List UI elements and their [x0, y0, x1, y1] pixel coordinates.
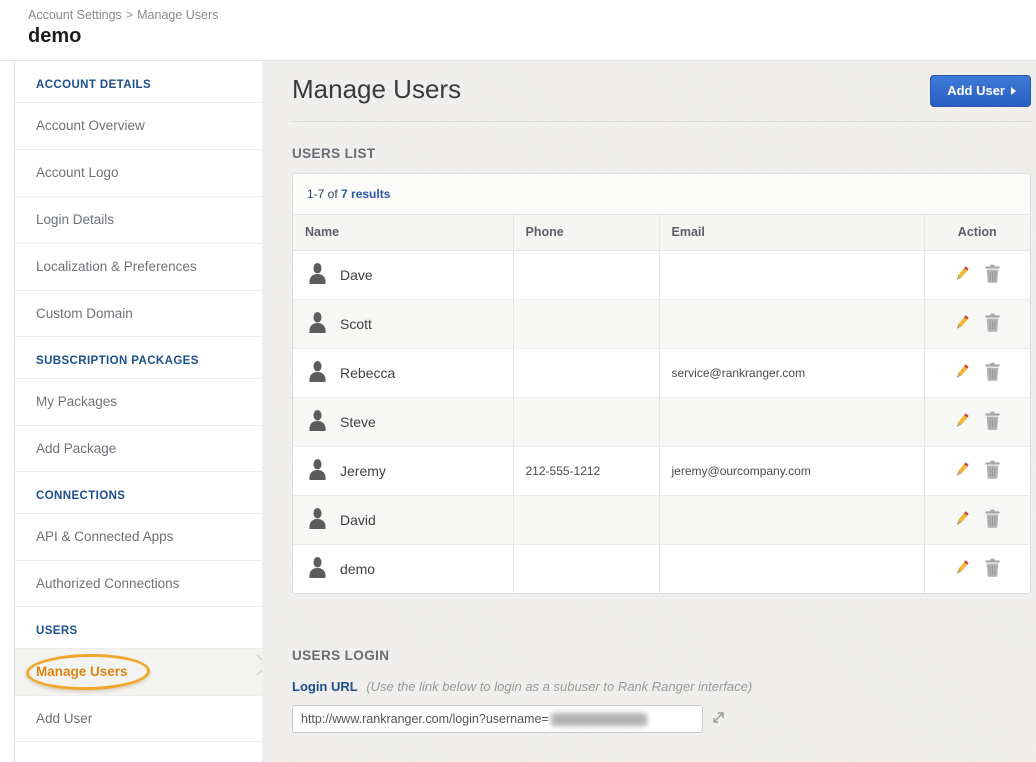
login-url-note: (Use the link below to login as a subuse… [366, 679, 752, 694]
table-header-row: Name Phone Email Action [293, 215, 1030, 250]
user-email [659, 299, 924, 348]
left-margin-strip [0, 61, 14, 762]
pencil-icon[interactable] [953, 460, 971, 482]
sidebar-section-account-details: ACCOUNT DETAILS [15, 61, 262, 102]
trash-icon[interactable] [984, 509, 1001, 531]
login-url-label: Login URL [292, 679, 358, 694]
user-name: David [340, 512, 376, 528]
sidebar-section-connections: CONNECTIONS [15, 472, 262, 513]
users-login-header: USERS LOGIN [292, 648, 1031, 663]
user-phone [513, 495, 659, 544]
user-email [659, 544, 924, 593]
user-silhouette-icon [307, 507, 328, 533]
dotted-divider [292, 121, 1031, 122]
users-table: Name Phone Email Action [293, 215, 1030, 593]
add-user-button[interactable]: Add User [930, 75, 1031, 107]
user-phone [513, 397, 659, 446]
trash-icon[interactable] [984, 313, 1001, 335]
breadcrumb: Account Settings > Manage Users [28, 8, 1036, 22]
sidebar-item-custom-domain[interactable]: Custom Domain [15, 290, 262, 337]
add-user-button-label: Add User [947, 83, 1005, 98]
main-content: Manage Users Add User USERS LIST 1-7 of … [262, 61, 1036, 762]
pencil-icon[interactable] [953, 411, 971, 433]
breadcrumb-separator: > [126, 8, 133, 22]
users-list-header: USERS LIST [292, 146, 1031, 161]
right-arrow-icon [1011, 87, 1016, 95]
user-name: Steve [340, 414, 376, 430]
table-row: Scott [293, 299, 1030, 348]
sidebar-item-add-user[interactable]: Add User [15, 695, 262, 742]
trash-icon[interactable] [984, 558, 1001, 580]
trash-icon[interactable] [984, 264, 1001, 286]
login-url-row: Login URL (Use the link below to login a… [292, 679, 1031, 694]
trash-icon[interactable] [984, 411, 1001, 433]
trash-icon[interactable] [984, 460, 1001, 482]
pencil-icon[interactable] [953, 509, 971, 531]
pencil-icon[interactable] [953, 362, 971, 384]
user-phone [513, 299, 659, 348]
user-email [659, 250, 924, 299]
sidebar-item-api-connected-apps[interactable]: API & Connected Apps [15, 513, 262, 560]
user-silhouette-icon [307, 458, 328, 484]
login-url-value: http://www.rankranger.com/login?username… [301, 712, 549, 726]
redacted-username [551, 713, 647, 726]
table-row: Rebecca service@rankranger.com [293, 348, 1030, 397]
account-name-title: demo [28, 25, 1036, 48]
sidebar-item-account-logo[interactable]: Account Logo [15, 149, 262, 196]
user-name: Jeremy [340, 463, 386, 479]
sidebar-item-manage-users[interactable]: Manage Users [15, 648, 262, 695]
results-range: 1-7 of [307, 187, 338, 201]
results-count: 7 results [341, 187, 390, 201]
user-silhouette-icon [307, 262, 328, 288]
user-phone: 212-555-1212 [513, 446, 659, 495]
table-row: demo [293, 544, 1030, 593]
user-email [659, 397, 924, 446]
sidebar-item-localization-preferences[interactable]: Localization & Preferences [15, 243, 262, 290]
table-row: Dave [293, 250, 1030, 299]
user-email: jeremy@ourcompany.com [659, 446, 924, 495]
trash-icon[interactable] [984, 362, 1001, 384]
table-row: David [293, 495, 1030, 544]
breadcrumb-current: Manage Users [137, 8, 218, 22]
pencil-icon[interactable] [953, 558, 971, 580]
user-name: Dave [340, 267, 373, 283]
sidebar-section-users: USERS [15, 607, 262, 648]
user-phone [513, 348, 659, 397]
sidebar-section-subscription-packages: SUBSCRIPTION PACKAGES [15, 337, 262, 378]
sidebar-item-authorized-connections[interactable]: Authorized Connections [15, 560, 262, 607]
user-email: service@rankranger.com [659, 348, 924, 397]
sidebar-item-account-overview[interactable]: Account Overview [15, 102, 262, 149]
sidebar-item-my-packages[interactable]: My Packages [15, 378, 262, 425]
user-silhouette-icon [307, 556, 328, 582]
page-header: Account Settings > Manage Users demo [0, 0, 1036, 60]
user-silhouette-icon [307, 409, 328, 435]
manage-users-page: Account Settings > Manage Users demo ACCOU… [0, 0, 1036, 762]
sidebar-item-add-package[interactable]: Add Package [15, 425, 262, 472]
login-url-input[interactable]: http://www.rankranger.com/login?username… [292, 705, 703, 733]
column-header-name: Name [293, 215, 513, 250]
breadcrumb-account-settings[interactable]: Account Settings [28, 8, 122, 22]
column-header-email: Email [659, 215, 924, 250]
user-phone [513, 250, 659, 299]
settings-sidebar: ACCOUNT DETAILS Account Overview Account… [14, 61, 262, 762]
user-email [659, 495, 924, 544]
sidebar-item-manage-users-label: Manage Users [36, 664, 128, 679]
table-row: Steve [293, 397, 1030, 446]
sidebar-item-login-details[interactable]: Login Details [15, 196, 262, 243]
table-row: Jeremy 212-555-1212 jeremy@ourcompany.co… [293, 446, 1030, 495]
user-silhouette-icon [307, 311, 328, 337]
external-link-icon[interactable] [712, 710, 726, 729]
user-name: Rebecca [340, 365, 395, 381]
user-name: Scott [340, 316, 372, 332]
page-title: Manage Users [292, 73, 1031, 105]
pencil-icon[interactable] [953, 264, 971, 286]
user-silhouette-icon [307, 360, 328, 386]
users-list-box: 1-7 of 7 results Name Phone Email Action [292, 173, 1031, 594]
column-header-action: Action [924, 215, 1030, 250]
user-name: demo [340, 561, 375, 577]
pencil-icon[interactable] [953, 313, 971, 335]
user-phone [513, 544, 659, 593]
results-bar: 1-7 of 7 results [293, 174, 1030, 215]
column-header-phone: Phone [513, 215, 659, 250]
